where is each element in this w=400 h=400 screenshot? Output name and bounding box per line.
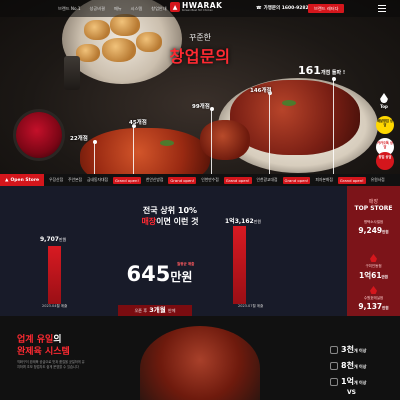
hero-title: 창업문의 [169,47,231,66]
flame-icon [380,93,388,103]
sales-bar-label: 1억3,162만원 [225,218,262,225]
growth-bar-label: 45개점 [129,120,147,126]
sales-bar [48,246,61,304]
spicy-chicken-front-image [80,128,210,174]
capacity-list: 3천개 이상 8천개 이상 1억개 이상 [330,344,366,392]
top-store-item: 구미인동점 1억61만원 [347,254,400,281]
scroll-top-button[interactable]: Top [376,93,392,109]
flame-icon: ▲ [170,2,180,12]
sales-stats-section: 전국 상위 10% 매장이면 이런 것 9,707만원 1억3,162만원 645… [0,186,347,316]
growth-bar [209,106,214,174]
hero-subtitle: 꾸준한 [188,33,212,42]
garnish-leaf [282,100,296,106]
open-store-ticker: ▲ Open Store 우장산점 주안본점 금내동자대점 Grand open! 천안… [0,174,400,186]
growth-bar-label: 146개점 [250,88,272,94]
store-name: 주안본점 [68,177,83,182]
sales-bar-chart: 9,707만원 1억3,162만원 [0,186,347,316]
store-name: 유원사점 [370,177,385,182]
grand-open-badge: Grand open! [282,176,311,184]
top-store-item: 수원호매실점 9,137만원 [347,286,400,311]
nav-menu: 브랜드 No.1 성공비결 메뉴 시스템 창업안내 [0,6,167,12]
box-icon [330,345,338,354]
top-store-head: 매장 [368,199,379,205]
vs-label: VS [347,389,356,396]
store-name: 금내동자대점 [87,177,109,182]
nav-item[interactable]: 성공비결 [90,6,105,12]
nav-item[interactable]: 시스템 [131,6,143,12]
flame-icon: ▲ [5,177,9,183]
sales-growth-value: 645만원 월평균 매출 [126,262,195,286]
store-sales: 1억61 [358,271,382,280]
store-name: 구미인동점 [365,264,382,268]
grand-open-badge: Grand open! [223,176,252,184]
top-store-panel: 매장 TOP STORE 평택소사벌점 9,249만원 구미인동점 1억61만원… [347,186,400,316]
period-label: 오픈 후 3개월 만에 [118,305,192,316]
garnish-leaf [160,140,174,146]
system-description: 직화구이 완제육 공급으로 맛과 품질을 균일하게 유지하며 초보 창업자도 쉽… [17,360,85,369]
hamburger-menu-icon[interactable] [378,5,386,12]
grilled-meat-image [140,326,260,400]
growth-bar-label: 22개점 [70,136,88,142]
sales-bar [233,226,246,304]
sauce-bowl-image [16,112,62,158]
phone-icon: ☎ [256,5,262,11]
open-store-label: ▲ Open Store [0,174,45,186]
system-section: 업계 유일의 완제육 시스템 직화구이 완제육 공급으로 맛과 품질을 균일하게… [0,316,400,400]
top-store-title: TOP STORE [354,205,393,212]
top-store-item: 평택소사벌점 9,249만원 [347,220,400,235]
growth-bar-label: 99개점 [192,104,210,110]
phone-label: 가맹문의 1600-9282 [263,6,309,11]
store-name: 수원호매실점 [363,296,384,300]
grand-open-badge: Grand open! [337,176,366,184]
store-name: 인천광교대점 [256,177,278,182]
brand-letter-button[interactable]: 브랜드 레터다 [308,4,345,13]
logo[interactable]: ▲ HWARAK Korean Best Hot Chicken [170,2,222,12]
spicy-chicken-side-image [200,120,250,160]
date-label-right: 2023.07월 매출 [238,304,264,308]
hero-section: 꾸준한 창업문의 22개점 45개점 99개점 146개점 161개점 돌파 ! [0,0,400,174]
flame-icon [370,254,377,262]
nav-item[interactable]: 메뉴 [114,6,122,12]
growth-bar [131,123,136,174]
bottle-image [64,56,80,90]
ticker-items: 우장산점 주안본점 금내동자대점 Grand open! 천안신방점 Grand open… [44,176,385,184]
date-label-left: 2023.04월 매출 [42,304,68,308]
store-sales: 9,249 [358,226,383,235]
box-icon [330,377,338,386]
store-name: 우장산점 [49,177,64,182]
store-name: 평택소사벌점 [363,220,384,224]
nav-item[interactable]: 창업안내 [151,6,166,12]
sales-bar-label: 9,707만원 [40,236,67,243]
store-name: 천안신방점 [145,177,164,182]
store-sales: 9,137 [358,302,383,311]
capacity-row: 8천개 이상 [330,360,366,371]
phone-number[interactable]: ☎ 가맹문의 1600-9282 [256,5,309,12]
system-title-2: 완제육 시스템 [17,347,70,357]
top-nav: 브랜드 No.1 성공비결 메뉴 시스템 창업안내 ▲ HWARAK Korea… [0,0,400,17]
growth-bar [331,76,336,174]
growth-bar [92,139,97,174]
grand-open-badge: Grand open! [168,176,197,184]
flame-icon [370,286,377,294]
capacity-row: 3천개 이상 [330,344,366,355]
top-label: Top [380,104,388,109]
nav-item[interactable]: 브랜드 No.1 [58,6,81,12]
box-icon [330,361,338,370]
store-name: 인천만수점 [201,177,219,182]
store-count-total: 161개점 돌파 ! [298,64,346,77]
store-name: 피자본화점 [315,177,333,182]
grand-open-badge: Grand open! [113,176,141,184]
capacity-row: 1억개 이상 [330,376,366,387]
delivery-consult-button[interactable]: 배달창업 상담 [376,116,394,134]
page: 꾸준한 창업문의 22개점 45개점 99개점 146개점 161개점 돌파 !… [0,0,400,400]
startup-consult-button[interactable]: 창업 상담 [376,152,394,170]
growth-bar [267,90,272,174]
logo-subtitle: Korean Best Hot Chicken [182,8,213,12]
